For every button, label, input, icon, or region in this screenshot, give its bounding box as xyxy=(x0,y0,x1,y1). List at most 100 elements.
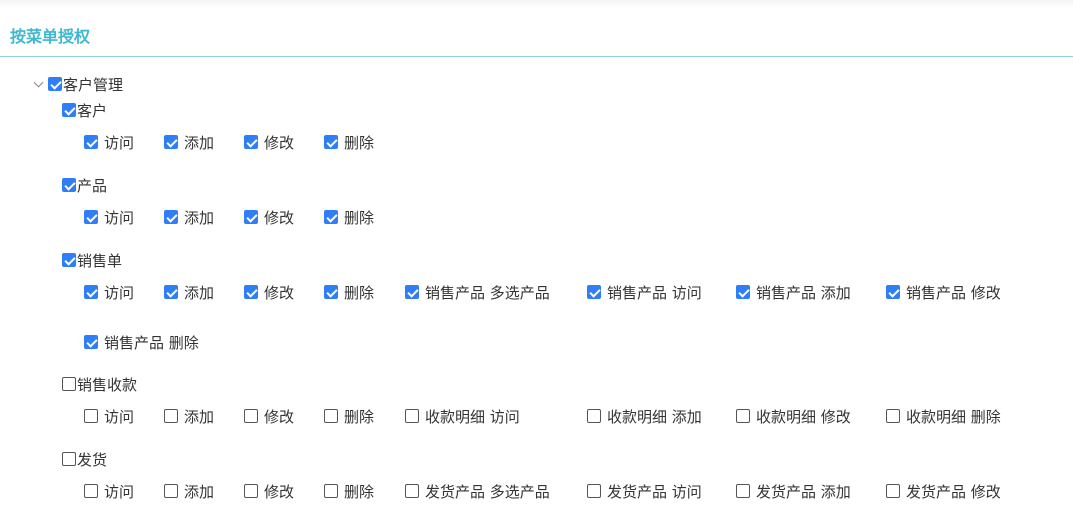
permission-option[interactable]: 修改 xyxy=(244,405,294,427)
permission-checkbox[interactable] xyxy=(736,285,750,299)
permission-option[interactable]: 销售产品 修改 xyxy=(886,281,1001,303)
group-checkbox[interactable] xyxy=(62,253,76,267)
permission-checkbox[interactable] xyxy=(587,409,601,423)
permission-option[interactable]: 删除 xyxy=(324,206,374,228)
permission-checkbox[interactable] xyxy=(886,409,900,423)
group-checkbox[interactable] xyxy=(62,452,76,466)
permission-option[interactable]: 添加 xyxy=(164,131,214,153)
permission-option[interactable]: 删除 xyxy=(324,281,374,303)
permission-checkbox[interactable] xyxy=(244,484,258,498)
permission-label: 修改 xyxy=(264,133,295,152)
permission-option[interactable]: 发货产品 多选产品 xyxy=(405,480,550,502)
permission-option[interactable]: 添加 xyxy=(164,405,214,427)
permission-checkbox[interactable] xyxy=(84,409,98,423)
group-0[interactable]: 客户 xyxy=(62,100,107,120)
permission-checkbox[interactable] xyxy=(324,285,338,299)
permission-label: 删除 xyxy=(344,208,375,227)
permission-checkbox[interactable] xyxy=(84,135,98,149)
permission-option[interactable]: 修改 xyxy=(244,480,294,502)
permission-option[interactable]: 访问 xyxy=(84,206,134,228)
permission-checkbox[interactable] xyxy=(164,135,178,149)
top-divider xyxy=(0,0,1073,8)
permission-option[interactable]: 收款明细 访问 xyxy=(405,405,520,427)
permission-checkbox[interactable] xyxy=(244,135,258,149)
permission-option[interactable]: 发货产品 添加 xyxy=(736,480,851,502)
permission-label: 添加 xyxy=(184,482,215,501)
group-checkbox[interactable] xyxy=(62,178,76,192)
group-2[interactable]: 销售单 xyxy=(62,250,122,270)
permission-checkbox[interactable] xyxy=(886,484,900,498)
permission-label: 访问 xyxy=(104,407,135,426)
permission-label: 删除 xyxy=(344,407,375,426)
permission-checkbox[interactable] xyxy=(164,484,178,498)
permission-label: 访问 xyxy=(104,133,135,152)
permission-option[interactable]: 修改 xyxy=(244,206,294,228)
permission-checkbox[interactable] xyxy=(244,285,258,299)
permission-option[interactable]: 访问 xyxy=(84,405,134,427)
group-1[interactable]: 产品 xyxy=(62,175,107,195)
permission-checkbox[interactable] xyxy=(84,335,98,349)
title-underline xyxy=(0,56,1073,57)
permission-option[interactable]: 销售产品 添加 xyxy=(736,281,851,303)
tree-root-客户管理[interactable]: 客户管理 xyxy=(32,74,123,94)
permission-option[interactable]: 收款明细 添加 xyxy=(587,405,702,427)
permission-checkbox[interactable] xyxy=(405,409,419,423)
permission-option[interactable]: 添加 xyxy=(164,480,214,502)
permission-label: 访问 xyxy=(104,283,135,302)
permission-option[interactable]: 发货产品 访问 xyxy=(587,480,702,502)
group-label: 产品 xyxy=(77,176,108,195)
permission-option[interactable]: 销售产品 访问 xyxy=(587,281,702,303)
permission-checkbox[interactable] xyxy=(324,210,338,224)
permission-option[interactable]: 修改 xyxy=(244,281,294,303)
group-checkbox[interactable] xyxy=(62,103,76,117)
permission-option[interactable]: 删除 xyxy=(324,480,374,502)
permission-option[interactable]: 销售产品 多选产品 xyxy=(405,281,550,303)
permission-checkbox[interactable] xyxy=(164,210,178,224)
permission-option[interactable]: 修改 xyxy=(244,131,294,153)
permission-option[interactable]: 收款明细 删除 xyxy=(886,405,1001,427)
permission-option[interactable]: 删除 xyxy=(324,405,374,427)
permission-label: 修改 xyxy=(264,208,295,227)
permission-option[interactable]: 访问 xyxy=(84,480,134,502)
permission-label: 删除 xyxy=(344,482,375,501)
permission-row: 访问 添加 修改 删除 xyxy=(84,131,1044,153)
group-3[interactable]: 销售收款 xyxy=(62,374,137,394)
section-title: 按菜单授权 xyxy=(10,27,91,46)
permission-option[interactable]: 添加 xyxy=(164,206,214,228)
permission-checkbox[interactable] xyxy=(164,285,178,299)
permission-option[interactable]: 收款明细 修改 xyxy=(736,405,851,427)
group-checkbox[interactable] xyxy=(62,377,76,391)
permission-option[interactable]: 访问 xyxy=(84,281,134,303)
group-4[interactable]: 发货 xyxy=(62,449,107,469)
permission-checkbox[interactable] xyxy=(324,135,338,149)
permission-checkbox[interactable] xyxy=(886,285,900,299)
permission-checkbox[interactable] xyxy=(84,210,98,224)
permission-checkbox[interactable] xyxy=(324,484,338,498)
permission-checkbox[interactable] xyxy=(405,484,419,498)
permission-checkbox[interactable] xyxy=(84,285,98,299)
permission-label: 添加 xyxy=(184,407,215,426)
permission-option[interactable]: 访问 xyxy=(84,131,134,153)
permission-checkbox[interactable] xyxy=(324,409,338,423)
permission-checkbox[interactable] xyxy=(736,484,750,498)
permission-label: 修改 xyxy=(264,407,295,426)
permission-checkbox[interactable] xyxy=(736,409,750,423)
permission-label: 发货产品 访问 xyxy=(607,482,702,501)
permission-checkbox[interactable] xyxy=(84,484,98,498)
permission-checkbox[interactable] xyxy=(164,409,178,423)
permission-option[interactable]: 添加 xyxy=(164,281,214,303)
root-checkbox[interactable] xyxy=(48,77,62,91)
permission-checkbox[interactable] xyxy=(244,409,258,423)
permission-label: 发货产品 修改 xyxy=(906,482,1001,501)
root-label: 客户管理 xyxy=(63,75,124,94)
permission-checkbox[interactable] xyxy=(244,210,258,224)
permission-label: 销售产品 访问 xyxy=(607,283,702,302)
permission-checkbox[interactable] xyxy=(587,285,601,299)
permission-label: 收款明细 修改 xyxy=(756,407,851,426)
chevron-down-icon[interactable] xyxy=(32,77,46,91)
permission-option[interactable]: 删除 xyxy=(324,131,374,153)
permission-option[interactable]: 发货产品 修改 xyxy=(886,480,1001,502)
permission-checkbox[interactable] xyxy=(405,285,419,299)
permission-checkbox[interactable] xyxy=(587,484,601,498)
permission-option[interactable]: 销售产品 删除 xyxy=(84,331,199,353)
